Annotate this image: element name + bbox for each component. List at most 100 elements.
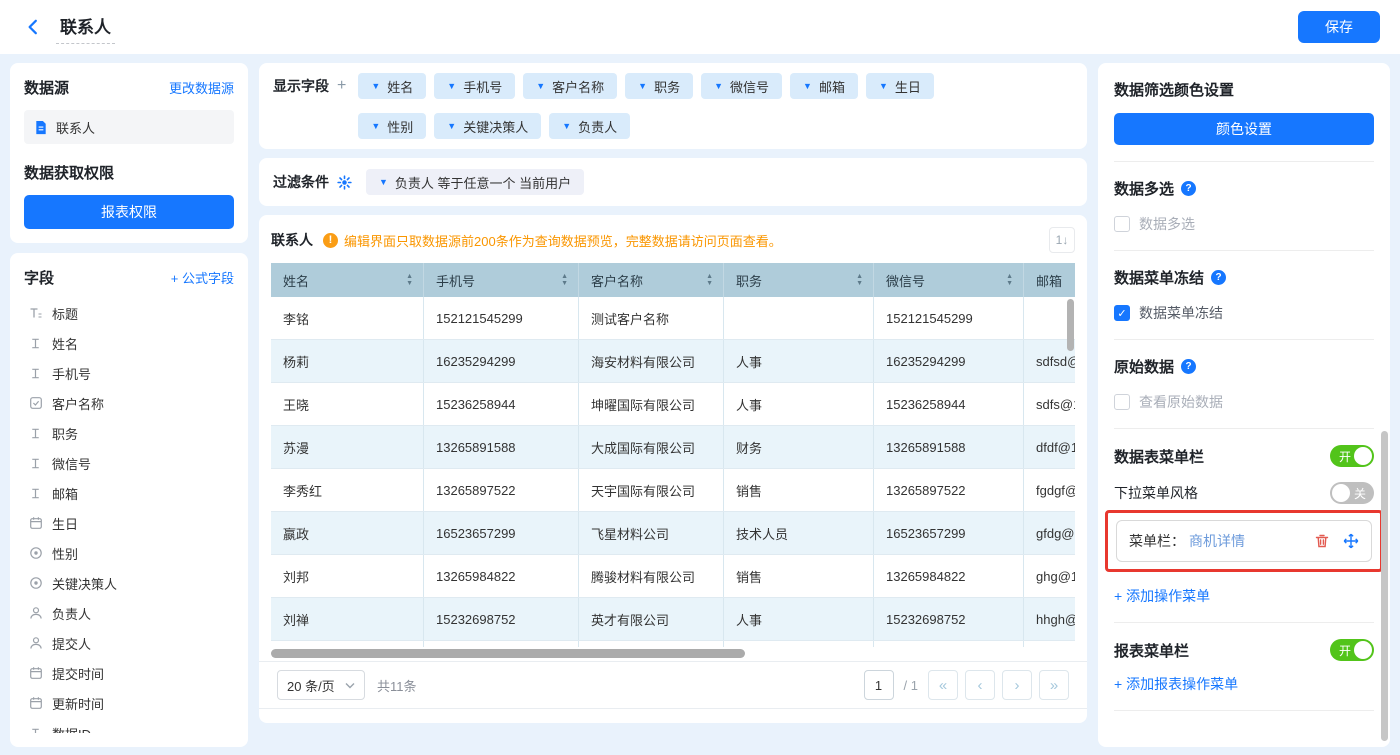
field-item[interactable]: 生日	[24, 508, 234, 538]
column-header[interactable]: 客户名称▲▼	[579, 263, 724, 297]
field-item[interactable]: 性别	[24, 538, 234, 568]
sidebar-scrollbar[interactable]	[1381, 431, 1388, 741]
column-header[interactable]: 姓名▲▼	[271, 263, 424, 297]
next-page-button[interactable]: ›	[1002, 670, 1032, 700]
display-field-chip[interactable]: ▼性别	[358, 113, 426, 139]
person-icon	[28, 636, 43, 650]
table-cell: 人事	[724, 383, 874, 425]
column-header[interactable]: 微信号▲▼	[874, 263, 1024, 297]
table-title: 联系人	[271, 230, 313, 250]
table-cell: 大成国际有限公司	[579, 426, 724, 468]
table-cell: 刘邦	[271, 555, 424, 597]
last-page-button[interactable]: »	[1039, 670, 1069, 700]
text-icon	[28, 727, 43, 734]
display-field-chip-label: 生日	[895, 77, 921, 96]
field-item[interactable]: 职务	[24, 418, 234, 448]
datasource-card: 数据源 更改数据源 联系人 数据获取权限 报表权限	[10, 63, 248, 243]
divider	[1114, 622, 1374, 623]
sort-order-icon[interactable]: 1↓	[1049, 227, 1075, 253]
field-item[interactable]: 数据ID	[24, 718, 234, 733]
field-item[interactable]: 标题	[24, 298, 234, 328]
add-display-field-icon[interactable]: +	[337, 73, 346, 99]
column-header[interactable]: 邮箱▲▼	[1024, 263, 1075, 297]
move-icon[interactable]	[1343, 533, 1359, 549]
page-size-select[interactable]: 20 条/页	[277, 670, 365, 700]
first-page-button[interactable]: «	[928, 670, 958, 700]
chevron-down-icon	[345, 682, 355, 689]
display-field-chip[interactable]: ▼手机号	[434, 73, 515, 99]
field-item-label: 数据ID	[52, 724, 91, 734]
filter-card: 过滤条件 ▼ 负责人 等于任意一个 当前用户	[259, 158, 1087, 206]
column-header[interactable]: 手机号▲▼	[424, 263, 579, 297]
field-list: 标题姓名手机号客户名称职务微信号邮箱生日性别关键决策人负责人提交人提交时间更新时…	[24, 298, 234, 733]
chevron-down-icon: ▼	[803, 82, 812, 91]
save-button[interactable]: 保存	[1298, 11, 1380, 43]
menu-freeze-checkbox[interactable]	[1114, 305, 1130, 321]
page-title[interactable]: 联系人	[56, 11, 115, 44]
filter-condition-chip[interactable]: ▼ 负责人 等于任意一个 当前用户	[366, 169, 584, 195]
table-cell: 16235294299	[424, 340, 579, 382]
field-item[interactable]: 姓名	[24, 328, 234, 358]
display-field-chip-label: 邮箱	[819, 77, 845, 96]
table-cell: 人事	[724, 340, 874, 382]
display-field-chip[interactable]: ▼负责人	[549, 113, 630, 139]
multi-select-checkbox[interactable]	[1114, 216, 1130, 232]
trash-icon[interactable]	[1314, 533, 1330, 549]
text-icon	[28, 427, 43, 440]
text-icon	[28, 337, 43, 350]
chevron-down-icon: ▼	[447, 82, 456, 91]
multi-select-checkbox-row[interactable]: 数据多选	[1114, 214, 1374, 234]
menu-bar-item[interactable]: 菜单栏： 商机详情	[1116, 520, 1372, 562]
table-menu-toggle[interactable]: 开	[1330, 445, 1374, 467]
horizontal-scrollbar	[271, 649, 1075, 658]
add-action-menu-link[interactable]: + 添加操作菜单	[1114, 586, 1210, 606]
add-formula-field-link[interactable]: + 公式字段	[171, 268, 234, 287]
current-page-box[interactable]: 1	[864, 670, 894, 700]
field-item[interactable]: 更新时间	[24, 688, 234, 718]
field-item[interactable]: 客户名称	[24, 388, 234, 418]
color-settings-button[interactable]: 颜色设置	[1114, 113, 1374, 145]
field-item[interactable]: 邮箱	[24, 478, 234, 508]
help-icon[interactable]: ?	[1181, 359, 1196, 374]
table-cell	[724, 297, 874, 339]
field-item-label: 关键决策人	[52, 574, 117, 593]
display-field-chip[interactable]: ▼生日	[866, 73, 934, 99]
display-field-chip[interactable]: ▼ 邮箱	[790, 73, 858, 99]
prev-page-button[interactable]: ‹	[965, 670, 995, 700]
display-field-chip[interactable]: ▼姓名	[358, 73, 426, 99]
fields-card: 字段 + 公式字段 标题姓名手机号客户名称职务微信号邮箱生日性别关键决策人负责人…	[10, 253, 248, 747]
display-field-chip-label: 职务	[654, 77, 680, 96]
datasource-item[interactable]: 联系人	[24, 110, 234, 144]
field-item[interactable]: 微信号	[24, 448, 234, 478]
table-cell: 财务	[724, 426, 874, 468]
back-icon[interactable]	[20, 14, 46, 40]
display-field-chip[interactable]: ▼关键决策人	[434, 113, 541, 139]
report-menu-toggle[interactable]: 开	[1330, 639, 1374, 661]
field-item[interactable]: 关键决策人	[24, 568, 234, 598]
display-field-chip[interactable]: ▼职务	[625, 73, 693, 99]
field-item[interactable]: 提交人	[24, 628, 234, 658]
horizontal-scrollbar-thumb[interactable]	[271, 649, 745, 658]
date-icon	[28, 696, 43, 710]
help-icon[interactable]: ?	[1181, 181, 1196, 196]
vertical-scrollbar[interactable]	[1067, 299, 1074, 351]
add-report-action-menu-link[interactable]: + 添加报表操作菜单	[1114, 674, 1238, 694]
menu-freeze-checkbox-row[interactable]: 数据菜单冻结	[1114, 303, 1374, 323]
field-item[interactable]: 负责人	[24, 598, 234, 628]
display-field-chip[interactable]: ▼微信号	[701, 73, 782, 99]
display-field-chip[interactable]: ▼客户名称	[523, 73, 617, 99]
column-header[interactable]: 职务▲▼	[724, 263, 874, 297]
raw-data-checkbox[interactable]	[1114, 394, 1130, 410]
raw-data-checkbox-row[interactable]: 查看原始数据	[1114, 392, 1374, 412]
table-cell: 天宇国际有限公司	[579, 469, 724, 511]
report-permission-button[interactable]: 报表权限	[24, 195, 234, 229]
table-cell: 坤曜国际有限公司	[579, 383, 724, 425]
table-row: 杨莉16235294299海安材料有限公司人事16235294299sdfsd@	[271, 340, 1075, 383]
field-item[interactable]: 提交时间	[24, 658, 234, 688]
gear-icon[interactable]	[337, 175, 352, 190]
field-item[interactable]: 手机号	[24, 358, 234, 388]
dropdown-style-toggle[interactable]: 关	[1330, 482, 1374, 504]
help-icon[interactable]: ?	[1211, 270, 1226, 285]
radio-icon	[28, 576, 43, 590]
change-datasource-link[interactable]: 更改数据源	[169, 78, 234, 97]
